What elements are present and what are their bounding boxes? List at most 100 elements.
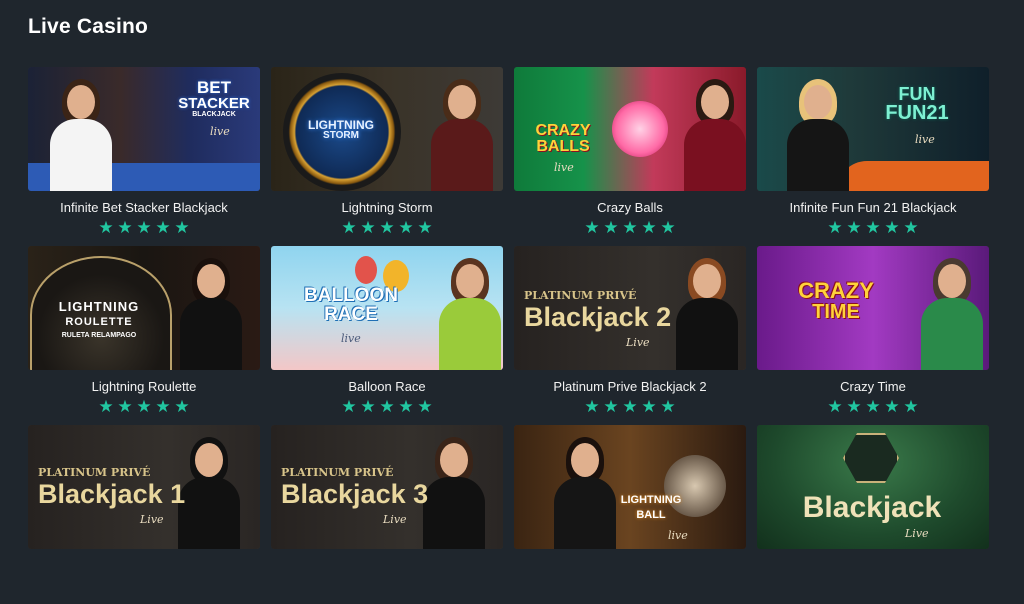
rating-stars: ★ ★ ★ ★ ★ bbox=[28, 397, 260, 416]
game-card-crazy-time[interactable]: CRAZY TIME Crazy Time ★ ★ ★ ★ ★ bbox=[757, 246, 989, 425]
game-title[interactable]: Platinum Prive Blackjack 2 bbox=[514, 379, 746, 395]
star-icon: ★ bbox=[341, 218, 357, 237]
game-thumbnail[interactable]: Blackjack Live bbox=[757, 425, 989, 549]
star-icon: ★ bbox=[641, 218, 657, 237]
game-thumbnail[interactable]: LIGHTNING BALL live bbox=[514, 425, 746, 549]
game-logo: Blackjack bbox=[777, 493, 967, 523]
page-title: Live Casino bbox=[28, 15, 149, 38]
star-icon: ★ bbox=[379, 218, 395, 237]
logo-line: RULETA RELAMPAGO bbox=[61, 332, 137, 339]
game-logo: PLATINUM PRIVÉ Blackjack 3 bbox=[281, 467, 451, 508]
logo-line: PLATINUM PRIVÉ bbox=[38, 466, 151, 479]
star-icon: ★ bbox=[884, 218, 900, 237]
star-icon: ★ bbox=[98, 218, 114, 237]
star-icon: ★ bbox=[155, 397, 171, 416]
logo-line: Blackjack 1 bbox=[38, 479, 186, 509]
star-icon: ★ bbox=[603, 397, 619, 416]
game-thumbnail[interactable]: CRAZY BALLS live bbox=[514, 67, 746, 191]
star-icon: ★ bbox=[379, 397, 395, 416]
star-icon: ★ bbox=[865, 218, 881, 237]
game-card-infinite-fun-fun-21-blackjack[interactable]: FUN FUN21 live Infinite Fun Fun 21 Black… bbox=[757, 67, 989, 246]
game-title[interactable]: Lightning Roulette bbox=[28, 379, 260, 395]
game-thumbnail[interactable]: BALLOON RACE live bbox=[271, 246, 503, 370]
game-logo: PLATINUM PRIVÉ Blackjack 2 bbox=[524, 290, 694, 331]
star-icon: ★ bbox=[660, 218, 676, 237]
live-badge: live bbox=[554, 161, 574, 174]
game-card-blackjack[interactable]: Blackjack Live bbox=[757, 425, 989, 604]
star-icon: ★ bbox=[360, 218, 376, 237]
star-icon: ★ bbox=[117, 397, 133, 416]
game-card-platinum-prive-blackjack-3[interactable]: PLATINUM PRIVÉ Blackjack 3 Live bbox=[271, 425, 503, 604]
star-icon: ★ bbox=[117, 218, 133, 237]
game-logo: FUN FUN21 bbox=[867, 85, 967, 123]
star-icon: ★ bbox=[622, 218, 638, 237]
game-logo: BET STACKER BLACKJACK bbox=[174, 79, 254, 118]
game-title[interactable]: Infinite Bet Stacker Blackjack bbox=[28, 200, 260, 216]
logo-line: Blackjack 2 bbox=[524, 302, 672, 332]
logo-line: ROULETTE bbox=[65, 316, 133, 328]
star-icon: ★ bbox=[417, 397, 433, 416]
star-icon: ★ bbox=[827, 218, 843, 237]
logo-line: LIGHTNING bbox=[620, 494, 682, 506]
game-thumbnail[interactable]: LIGHTNING ROULETTE RULETA RELAMPAGO bbox=[28, 246, 260, 370]
live-badge: live bbox=[341, 332, 361, 345]
logo-line: RACE bbox=[324, 304, 378, 325]
logo-line: Blackjack 3 bbox=[281, 479, 429, 509]
game-logo: CRAZY BALLS bbox=[518, 123, 608, 155]
game-logo: PLATINUM PRIVÉ Blackjack 1 bbox=[38, 467, 208, 508]
star-icon: ★ bbox=[136, 397, 152, 416]
star-icon: ★ bbox=[903, 218, 919, 237]
game-thumbnail[interactable]: FUN FUN21 live bbox=[757, 67, 989, 191]
game-title[interactable]: Crazy Balls bbox=[514, 200, 746, 216]
logo-line: BALLS bbox=[536, 138, 590, 155]
live-badge: live bbox=[210, 125, 230, 138]
game-thumbnail[interactable]: CRAZY TIME bbox=[757, 246, 989, 370]
game-thumbnail[interactable]: BET STACKER BLACKJACK live bbox=[28, 67, 260, 191]
logo-line: FUN21 bbox=[885, 102, 949, 124]
star-icon: ★ bbox=[398, 397, 414, 416]
game-card-lightning-ball[interactable]: LIGHTNING BALL live bbox=[514, 425, 746, 604]
logo-line: Blackjack bbox=[802, 491, 942, 524]
rating-stars: ★ ★ ★ ★ ★ bbox=[514, 218, 746, 237]
game-thumbnail[interactable]: LIGHTNING STORM bbox=[271, 67, 503, 191]
game-logo: LIGHTNING ROULETTE RULETA RELAMPAGO bbox=[36, 300, 162, 339]
logo-line: TIME bbox=[812, 301, 860, 323]
live-badge: live bbox=[915, 133, 935, 146]
star-icon: ★ bbox=[846, 397, 862, 416]
game-card-balloon-race[interactable]: BALLOON RACE live Balloon Race ★ ★ ★ ★ ★ bbox=[271, 246, 503, 425]
star-icon: ★ bbox=[865, 397, 881, 416]
logo-line: PLATINUM PRIVÉ bbox=[281, 466, 394, 479]
star-icon: ★ bbox=[98, 397, 114, 416]
rating-stars: ★ ★ ★ ★ ★ bbox=[271, 218, 503, 237]
star-icon: ★ bbox=[660, 397, 676, 416]
star-icon: ★ bbox=[584, 397, 600, 416]
logo-line: FUN bbox=[898, 84, 936, 104]
logo-line: BALLOON bbox=[304, 285, 398, 306]
game-card-infinite-bet-stacker-blackjack[interactable]: BET STACKER BLACKJACK live Infinite Bet … bbox=[28, 67, 260, 246]
game-card-crazy-balls[interactable]: CRAZY BALLS live Crazy Balls ★ ★ ★ ★ ★ bbox=[514, 67, 746, 246]
star-icon: ★ bbox=[360, 397, 376, 416]
game-logo: LIGHTNING STORM bbox=[291, 119, 391, 141]
game-card-lightning-roulette[interactable]: LIGHTNING ROULETTE RULETA RELAMPAGO Ligh… bbox=[28, 246, 260, 425]
star-icon: ★ bbox=[827, 397, 843, 416]
rating-stars: ★ ★ ★ ★ ★ bbox=[514, 397, 746, 416]
logo-line: BALL bbox=[636, 509, 666, 521]
logo-line: CRAZY bbox=[798, 278, 874, 303]
game-thumbnail[interactable]: PLATINUM PRIVÉ Blackjack 2 Live bbox=[514, 246, 746, 370]
game-card-platinum-prive-blackjack-1[interactable]: PLATINUM PRIVÉ Blackjack 1 Live bbox=[28, 425, 260, 604]
game-title[interactable]: Infinite Fun Fun 21 Blackjack bbox=[757, 200, 989, 216]
rating-stars: ★ ★ ★ ★ ★ bbox=[757, 218, 989, 237]
star-icon: ★ bbox=[622, 397, 638, 416]
game-card-lightning-storm[interactable]: LIGHTNING STORM Lightning Storm ★ ★ ★ ★ ★ bbox=[271, 67, 503, 246]
game-thumbnail[interactable]: PLATINUM PRIVÉ Blackjack 1 Live bbox=[28, 425, 260, 549]
star-icon: ★ bbox=[341, 397, 357, 416]
star-icon: ★ bbox=[903, 397, 919, 416]
game-card-platinum-prive-blackjack-2[interactable]: PLATINUM PRIVÉ Blackjack 2 Live Platinum… bbox=[514, 246, 746, 425]
game-title[interactable]: Lightning Storm bbox=[271, 200, 503, 216]
rating-stars: ★ ★ ★ ★ ★ bbox=[28, 218, 260, 237]
game-title[interactable]: Crazy Time bbox=[757, 379, 989, 395]
logo-line: BET bbox=[197, 78, 231, 97]
game-thumbnail[interactable]: PLATINUM PRIVÉ Blackjack 3 Live bbox=[271, 425, 503, 549]
logo-line: STACKER bbox=[178, 95, 250, 112]
game-title[interactable]: Balloon Race bbox=[271, 379, 503, 395]
